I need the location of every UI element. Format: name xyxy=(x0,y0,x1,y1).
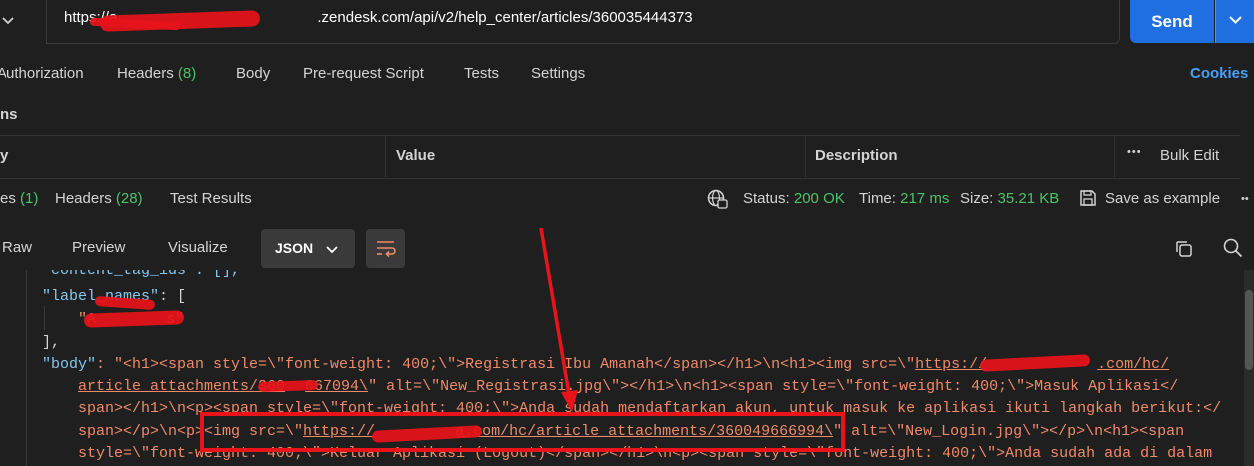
status-label: Status: xyxy=(743,190,790,207)
send-dropdown-button[interactable] xyxy=(1215,0,1254,43)
status-value: 200 OK xyxy=(793,190,845,207)
send-button[interactable]: Send xyxy=(1130,0,1214,43)
tab-body[interactable]: Body xyxy=(236,65,270,82)
search-icon[interactable] xyxy=(1222,237,1244,259)
tab-pre-request-script[interactable]: Pre-request Script xyxy=(303,65,424,82)
tab-label: Headers xyxy=(117,65,174,82)
view-tab-visualize[interactable]: Visualize xyxy=(168,239,228,256)
redaction-mark xyxy=(257,379,319,393)
tab-count: (8) xyxy=(177,65,197,82)
code-line: ], xyxy=(42,334,61,351)
chevron-down-icon xyxy=(1229,16,1242,24)
json-link[interactable]: .com/hc/ xyxy=(1097,356,1169,373)
time-readout: Time: 217 ms xyxy=(859,190,949,207)
size-label: Size: xyxy=(960,190,994,207)
column-divider xyxy=(1114,135,1115,177)
tab-count: (28) xyxy=(115,190,143,207)
json-punct: : [ xyxy=(159,288,187,305)
wrap-lines-button[interactable] xyxy=(366,229,405,268)
tab-test-results[interactable]: Test Results xyxy=(170,190,252,207)
more-options-icon[interactable]: ••• xyxy=(1127,146,1142,158)
json-key: "body" xyxy=(42,356,97,373)
json-string: " alt=\"New_Login.jpg\"></p>\n<h1><span xyxy=(833,423,1185,440)
code-line: article_attachments/360 667094\" alt=\"Ne… xyxy=(78,378,1178,395)
format-select-value: JSON xyxy=(275,240,314,256)
tab-authorization[interactable]: Authorization xyxy=(0,65,84,82)
view-tab-preview[interactable]: Preview xyxy=(72,239,125,256)
time-value: 217 ms xyxy=(900,190,950,207)
url-suffix: .zendesk.com/api/v2/help_center/articles… xyxy=(317,9,693,26)
column-value: Value xyxy=(396,147,436,164)
column-divider xyxy=(805,135,806,177)
globe-network-icon[interactable] xyxy=(706,188,728,210)
chevron-down-icon xyxy=(326,246,338,254)
column-description: Description xyxy=(815,147,898,164)
tab-response-headers[interactable]: Headers (28) xyxy=(55,190,143,207)
size-value: 35.21 KB xyxy=(997,190,1060,207)
save-icon[interactable] xyxy=(1078,188,1098,208)
chevron-down-icon[interactable] xyxy=(0,10,18,30)
indent-guide xyxy=(44,306,45,330)
tab-headers[interactable]: Headers (8) xyxy=(117,65,196,82)
more-options-icon[interactable]: •• xyxy=(1241,193,1249,205)
code-line: "content_tag_ids": [], xyxy=(42,270,241,279)
bulk-edit-button[interactable]: Bulk Edit xyxy=(1160,147,1219,164)
copy-icon[interactable] xyxy=(1173,238,1195,260)
scrollbar-thumb[interactable] xyxy=(1245,290,1253,370)
view-tab-raw[interactable]: Raw xyxy=(2,239,32,256)
tab-count: (1) xyxy=(20,190,39,207)
tab-label: es xyxy=(0,190,16,207)
time-label: Time: xyxy=(859,190,896,207)
json-string: " alt=\"New_Registrasi.jpg\"></h1>\n<h1>… xyxy=(368,378,1179,395)
json-string: : "<h1><span style=\"font-weight: 400;\"… xyxy=(96,356,916,373)
column-key: y xyxy=(0,147,9,164)
tab-settings[interactable]: Settings xyxy=(531,65,585,82)
annotation-highlight-box xyxy=(200,412,845,452)
divider xyxy=(46,0,47,44)
json-link[interactable]: https:// xyxy=(915,356,987,373)
params-table-header xyxy=(0,135,1240,179)
tab-tests[interactable]: Tests xyxy=(464,65,499,82)
column-divider xyxy=(385,135,386,177)
section-title: ns xyxy=(0,106,18,123)
status-readout: Status: 200 OK xyxy=(743,190,845,207)
cookies-link[interactable]: Cookies xyxy=(1190,65,1248,82)
tab-label: uthorization xyxy=(6,65,84,82)
save-as-example-button[interactable]: Save as example xyxy=(1105,190,1220,207)
size-readout: Size: 35.21 KB xyxy=(960,190,1059,207)
json-link[interactable]: article_attachments/360 xyxy=(78,378,285,395)
tab-cookies-response[interactable]: es (1) xyxy=(0,190,38,207)
tab-label: Headers xyxy=(55,190,112,207)
wrap-lines-icon xyxy=(377,241,396,258)
indent-guide xyxy=(26,270,27,466)
